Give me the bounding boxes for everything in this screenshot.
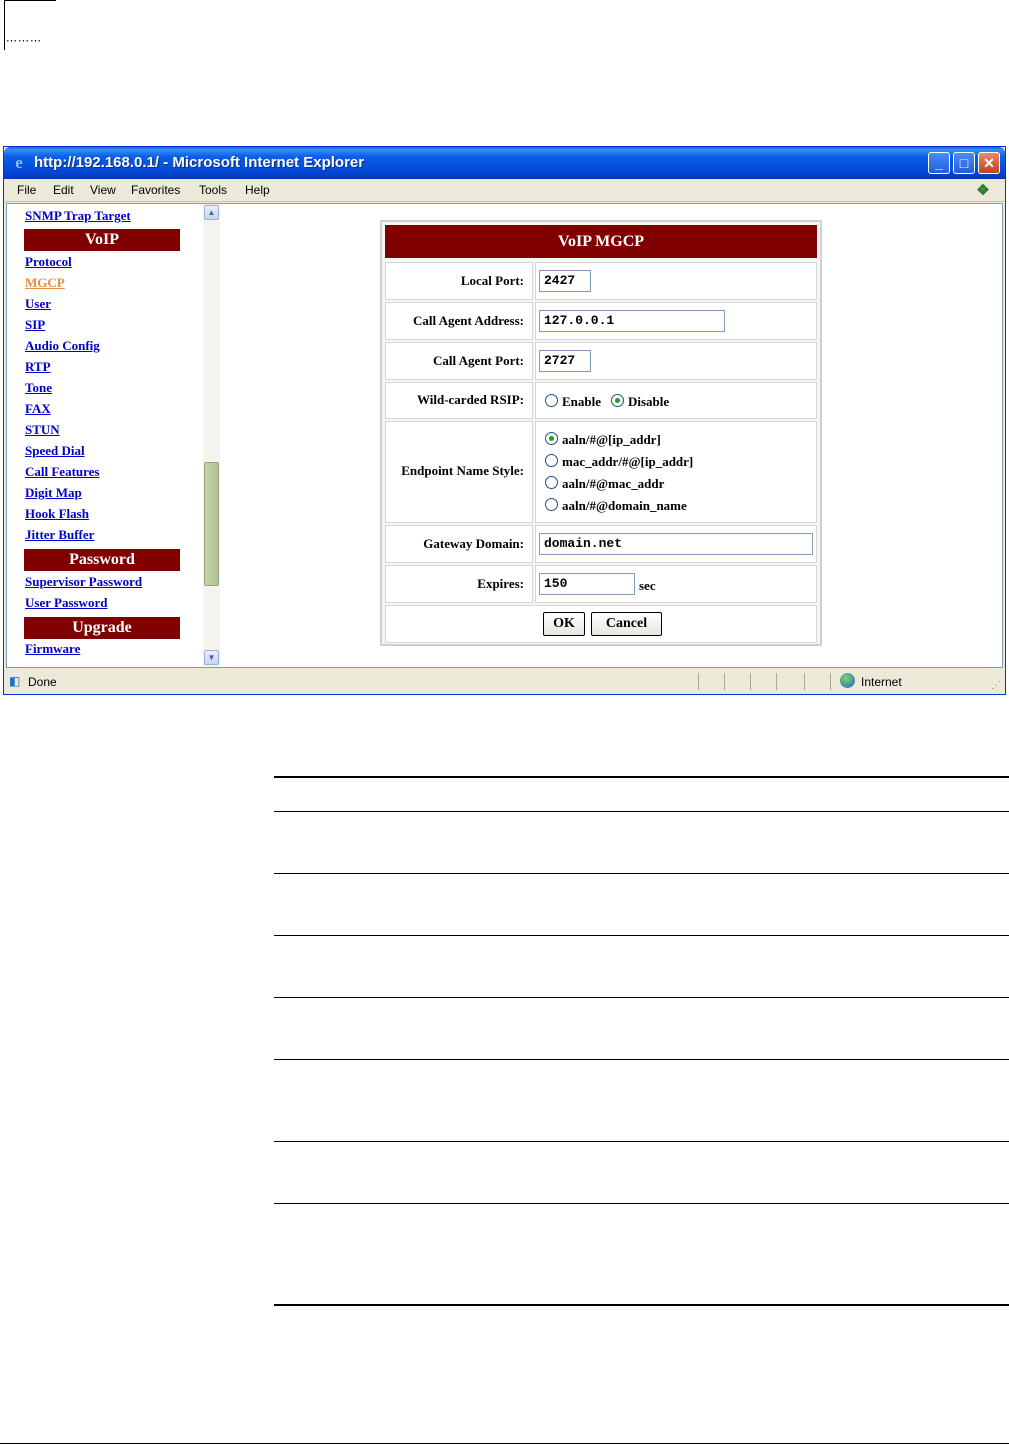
nav-link-stun[interactable]: STUN xyxy=(25,422,60,438)
internet-zone-globe-icon xyxy=(840,673,855,688)
menu-bar: File Edit View Favorites Tools Help ❖ xyxy=(4,179,1005,202)
call-agent-port-label: Call Agent Port: xyxy=(433,353,524,368)
nav-link-user[interactable]: User xyxy=(25,296,51,312)
menu-favorites[interactable]: Favorites xyxy=(131,183,180,197)
page-corner-line xyxy=(4,0,5,50)
cancel-button[interactable]: Cancel xyxy=(591,612,662,636)
nav-header-voip: VoIP xyxy=(24,229,180,251)
page-corner-line xyxy=(4,0,56,1)
nav-link-snmp-trap-target[interactable]: SNMP Trap Target xyxy=(25,208,131,224)
status-divider xyxy=(776,673,777,690)
nav-link-audio-config[interactable]: Audio Config xyxy=(25,338,100,354)
nav-link-call-features[interactable]: Call Features xyxy=(25,464,100,480)
gateway-domain-label: Gateway Domain: xyxy=(423,536,524,551)
table-rule xyxy=(274,1059,1009,1060)
nav-link-digit-map[interactable]: Digit Map xyxy=(25,485,82,501)
expires-label: Expires: xyxy=(477,576,524,591)
table-rule-bottom xyxy=(274,1304,1009,1306)
endpoint-option-label: aaln/#@domain_name xyxy=(562,498,687,513)
security-zone-label: Internet xyxy=(861,675,902,689)
rsip-enable-radio[interactable] xyxy=(545,394,558,407)
expires-input[interactable]: 150 xyxy=(539,573,635,595)
call-agent-address-input[interactable]: 127.0.0.1 xyxy=(539,310,725,332)
mgcp-form: VoIP MGCP Local Port: 2427 Call Agent Ad… xyxy=(380,220,822,646)
table-rule xyxy=(274,935,1009,936)
menu-tools[interactable]: Tools xyxy=(199,183,227,197)
menu-help[interactable]: Help xyxy=(245,183,270,197)
table-rule xyxy=(274,811,1009,812)
windows-flag-icon: ❖ xyxy=(976,182,990,199)
endpoint-option-radio[interactable] xyxy=(545,476,558,489)
nav-link-mgcp[interactable]: MGCP xyxy=(25,275,65,291)
status-divider xyxy=(698,673,699,690)
status-divider xyxy=(830,673,831,690)
nav-link-hook-flash[interactable]: Hook Flash xyxy=(25,506,89,522)
nav-frame: SNMP Trap Target VoIP Protocol MGCP User… xyxy=(7,204,203,667)
nav-link-fax[interactable]: FAX xyxy=(25,401,51,417)
call-agent-port-input[interactable]: 2727 xyxy=(539,350,591,372)
minimize-button[interactable]: _ xyxy=(928,152,950,174)
nav-link-tone[interactable]: Tone xyxy=(25,380,52,396)
close-button[interactable]: ✕ xyxy=(978,152,1000,174)
page-done-icon: ◧ xyxy=(9,674,21,688)
nav-link-supervisor-password[interactable]: Supervisor Password xyxy=(25,574,142,590)
call-agent-address-label: Call Agent Address: xyxy=(413,313,524,328)
nav-scrollbar[interactable]: ▲ ▼ xyxy=(203,204,220,667)
page-footer-rule xyxy=(0,1443,1009,1444)
status-divider xyxy=(724,673,725,690)
wildcarded-rsip-label: Wild-carded RSIP: xyxy=(416,392,524,407)
nav-link-user-password[interactable]: User Password xyxy=(25,595,107,611)
maximize-button[interactable]: □ xyxy=(953,152,975,174)
menu-file[interactable]: File xyxy=(17,183,36,197)
table-rule xyxy=(274,1141,1009,1142)
endpoint-name-style-label: Endpoint Name Style: xyxy=(401,463,524,478)
local-port-label: Local Port: xyxy=(460,273,524,288)
ie-logo-icon: e xyxy=(15,153,23,172)
page-corner-dots: ⋯⋯⋯ xyxy=(6,35,42,47)
nav-link-speed-dial[interactable]: Speed Dial xyxy=(25,443,85,459)
resize-grip-icon[interactable]: ⋰ xyxy=(991,680,1001,691)
scroll-down-arrow-icon[interactable]: ▼ xyxy=(204,650,219,665)
table-rule xyxy=(274,1203,1009,1204)
nav-link-rtp[interactable]: RTP xyxy=(25,359,51,375)
rsip-enable-label: Enable xyxy=(562,394,602,409)
table-rule-top xyxy=(274,776,1009,778)
scroll-thumb[interactable] xyxy=(204,462,219,586)
nav-header-password: Password xyxy=(24,549,180,571)
nav-link-jitter-buffer[interactable]: Jitter Buffer xyxy=(25,527,94,543)
endpoint-option-label: aaln/#@mac_addr xyxy=(562,476,665,491)
nav-link-protocol[interactable]: Protocol xyxy=(25,254,72,270)
scroll-up-arrow-icon[interactable]: ▲ xyxy=(204,205,219,220)
nav-link-firmware[interactable]: Firmware xyxy=(25,641,80,657)
ok-button[interactable]: OK xyxy=(543,612,585,636)
endpoint-option-label: mac_addr/#@[ip_addr] xyxy=(562,454,694,469)
rsip-disable-radio[interactable] xyxy=(611,394,624,407)
form-title: VoIP MGCP xyxy=(385,225,817,258)
nav-link-sip[interactable]: SIP xyxy=(25,317,45,333)
nav-header-upgrade: Upgrade xyxy=(24,617,180,639)
expires-unit-label: sec xyxy=(639,578,656,593)
menu-view[interactable]: View xyxy=(90,183,116,197)
window-title: http://192.168.0.1/ - Microsoft Internet… xyxy=(34,154,365,171)
status-divider xyxy=(750,673,751,690)
table-rule xyxy=(274,873,1009,874)
table-rule xyxy=(274,997,1009,998)
local-port-input[interactable]: 2427 xyxy=(539,270,591,292)
endpoint-option-radio[interactable] xyxy=(545,454,558,467)
rsip-disable-label: Disable xyxy=(628,394,670,409)
endpoint-option-radio[interactable] xyxy=(545,498,558,511)
endpoint-option-radio[interactable] xyxy=(545,432,558,445)
status-bar: ◧ Done Internet ⋰ xyxy=(4,669,1005,694)
menu-edit[interactable]: Edit xyxy=(53,183,74,197)
status-text: Done xyxy=(28,675,57,689)
gateway-domain-input[interactable]: domain.net xyxy=(539,533,813,555)
endpoint-option-label: aaln/#@[ip_addr] xyxy=(562,432,661,447)
title-bar[interactable]: e http://192.168.0.1/ - Microsoft Intern… xyxy=(4,147,1005,179)
status-divider xyxy=(804,673,805,690)
